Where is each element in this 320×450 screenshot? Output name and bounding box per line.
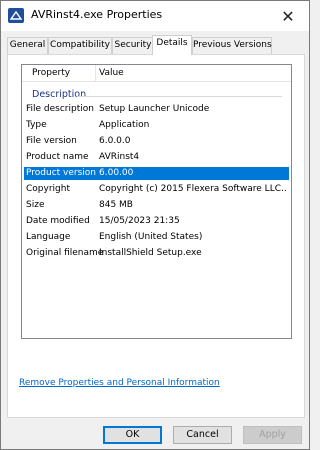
listview-header: Property Value [22, 65, 291, 82]
property-value: 845 MB [99, 200, 133, 210]
property-value: 6.00.00 [99, 168, 134, 178]
property-name: Original filename [26, 248, 104, 258]
property-name: Size [26, 200, 45, 210]
table-row[interactable]: Original filename InstallShield Setup.ex… [24, 247, 289, 260]
tab-security[interactable]: Security [112, 37, 154, 54]
property-name: Copyright [26, 184, 70, 194]
properties-dialog: AVRinst4.exe Properties ✕ General Compat… [0, 0, 310, 450]
table-row[interactable]: File version 6.0.0.0 [24, 135, 289, 148]
property-name: Date modified [26, 216, 90, 226]
details-listview[interactable]: Property Value Description File descript… [21, 64, 292, 339]
property-value: Application [99, 120, 150, 130]
title-bar[interactable]: AVRinst4.exe Properties ✕ [1, 1, 309, 31]
group-divider [77, 96, 282, 97]
column-header-property[interactable]: Property [32, 67, 70, 79]
tab-details[interactable]: Details [152, 35, 192, 55]
property-value: Setup Launcher Unicode [99, 104, 210, 114]
table-row[interactable]: Language English (United States) [24, 231, 289, 244]
property-value: English (United States) [99, 232, 203, 242]
property-value: AVRinst4 [99, 152, 140, 162]
table-row[interactable]: File description Setup Launcher Unicode [24, 103, 289, 116]
remove-properties-link[interactable]: Remove Properties and Personal Informati… [19, 378, 220, 388]
details-panel: Property Value Description File descript… [7, 54, 305, 418]
property-name: File description [26, 104, 94, 114]
property-name: File version [26, 136, 77, 146]
ok-button[interactable]: OK [103, 426, 162, 444]
table-row[interactable]: Size 845 MB [24, 199, 289, 212]
column-separator[interactable] [95, 65, 96, 81]
cancel-button[interactable]: Cancel [173, 426, 232, 444]
property-name: Product name [26, 152, 89, 162]
table-row[interactable]: Date modified 15/05/2023 21:35 [24, 215, 289, 228]
table-row[interactable]: Copyright Copyright (c) 2015 Flexera Sof… [24, 183, 289, 196]
property-value: 6.0.0.0 [99, 136, 131, 146]
window-title: AVRinst4.exe Properties [31, 8, 163, 21]
property-name: Type [26, 120, 47, 130]
table-row[interactable]: Product name AVRinst4 [24, 151, 289, 164]
tab-previous-versions[interactable]: Previous Versions [192, 37, 272, 54]
property-name: Product version [26, 168, 96, 178]
property-value: 15/05/2023 21:35 [99, 216, 180, 226]
apply-button[interactable]: Apply [243, 426, 302, 444]
close-icon[interactable]: ✕ [267, 1, 309, 31]
property-value: Copyright (c) 2015 Flexera Software LLC.… [99, 184, 287, 194]
application-icon [8, 8, 24, 23]
property-value: InstallShield Setup.exe [99, 248, 202, 258]
property-name: Language [26, 232, 71, 242]
column-header-value[interactable]: Value [99, 67, 124, 79]
tab-general[interactable]: General [7, 37, 48, 54]
table-row-selected[interactable]: Product version 6.00.00 [24, 167, 289, 180]
tab-strip: General Compatibility Security Details P… [7, 35, 305, 55]
group-title-description[interactable]: Description [32, 89, 86, 100]
tab-compatibility[interactable]: Compatibility [48, 37, 112, 54]
table-row[interactable]: Type Application [24, 119, 289, 132]
